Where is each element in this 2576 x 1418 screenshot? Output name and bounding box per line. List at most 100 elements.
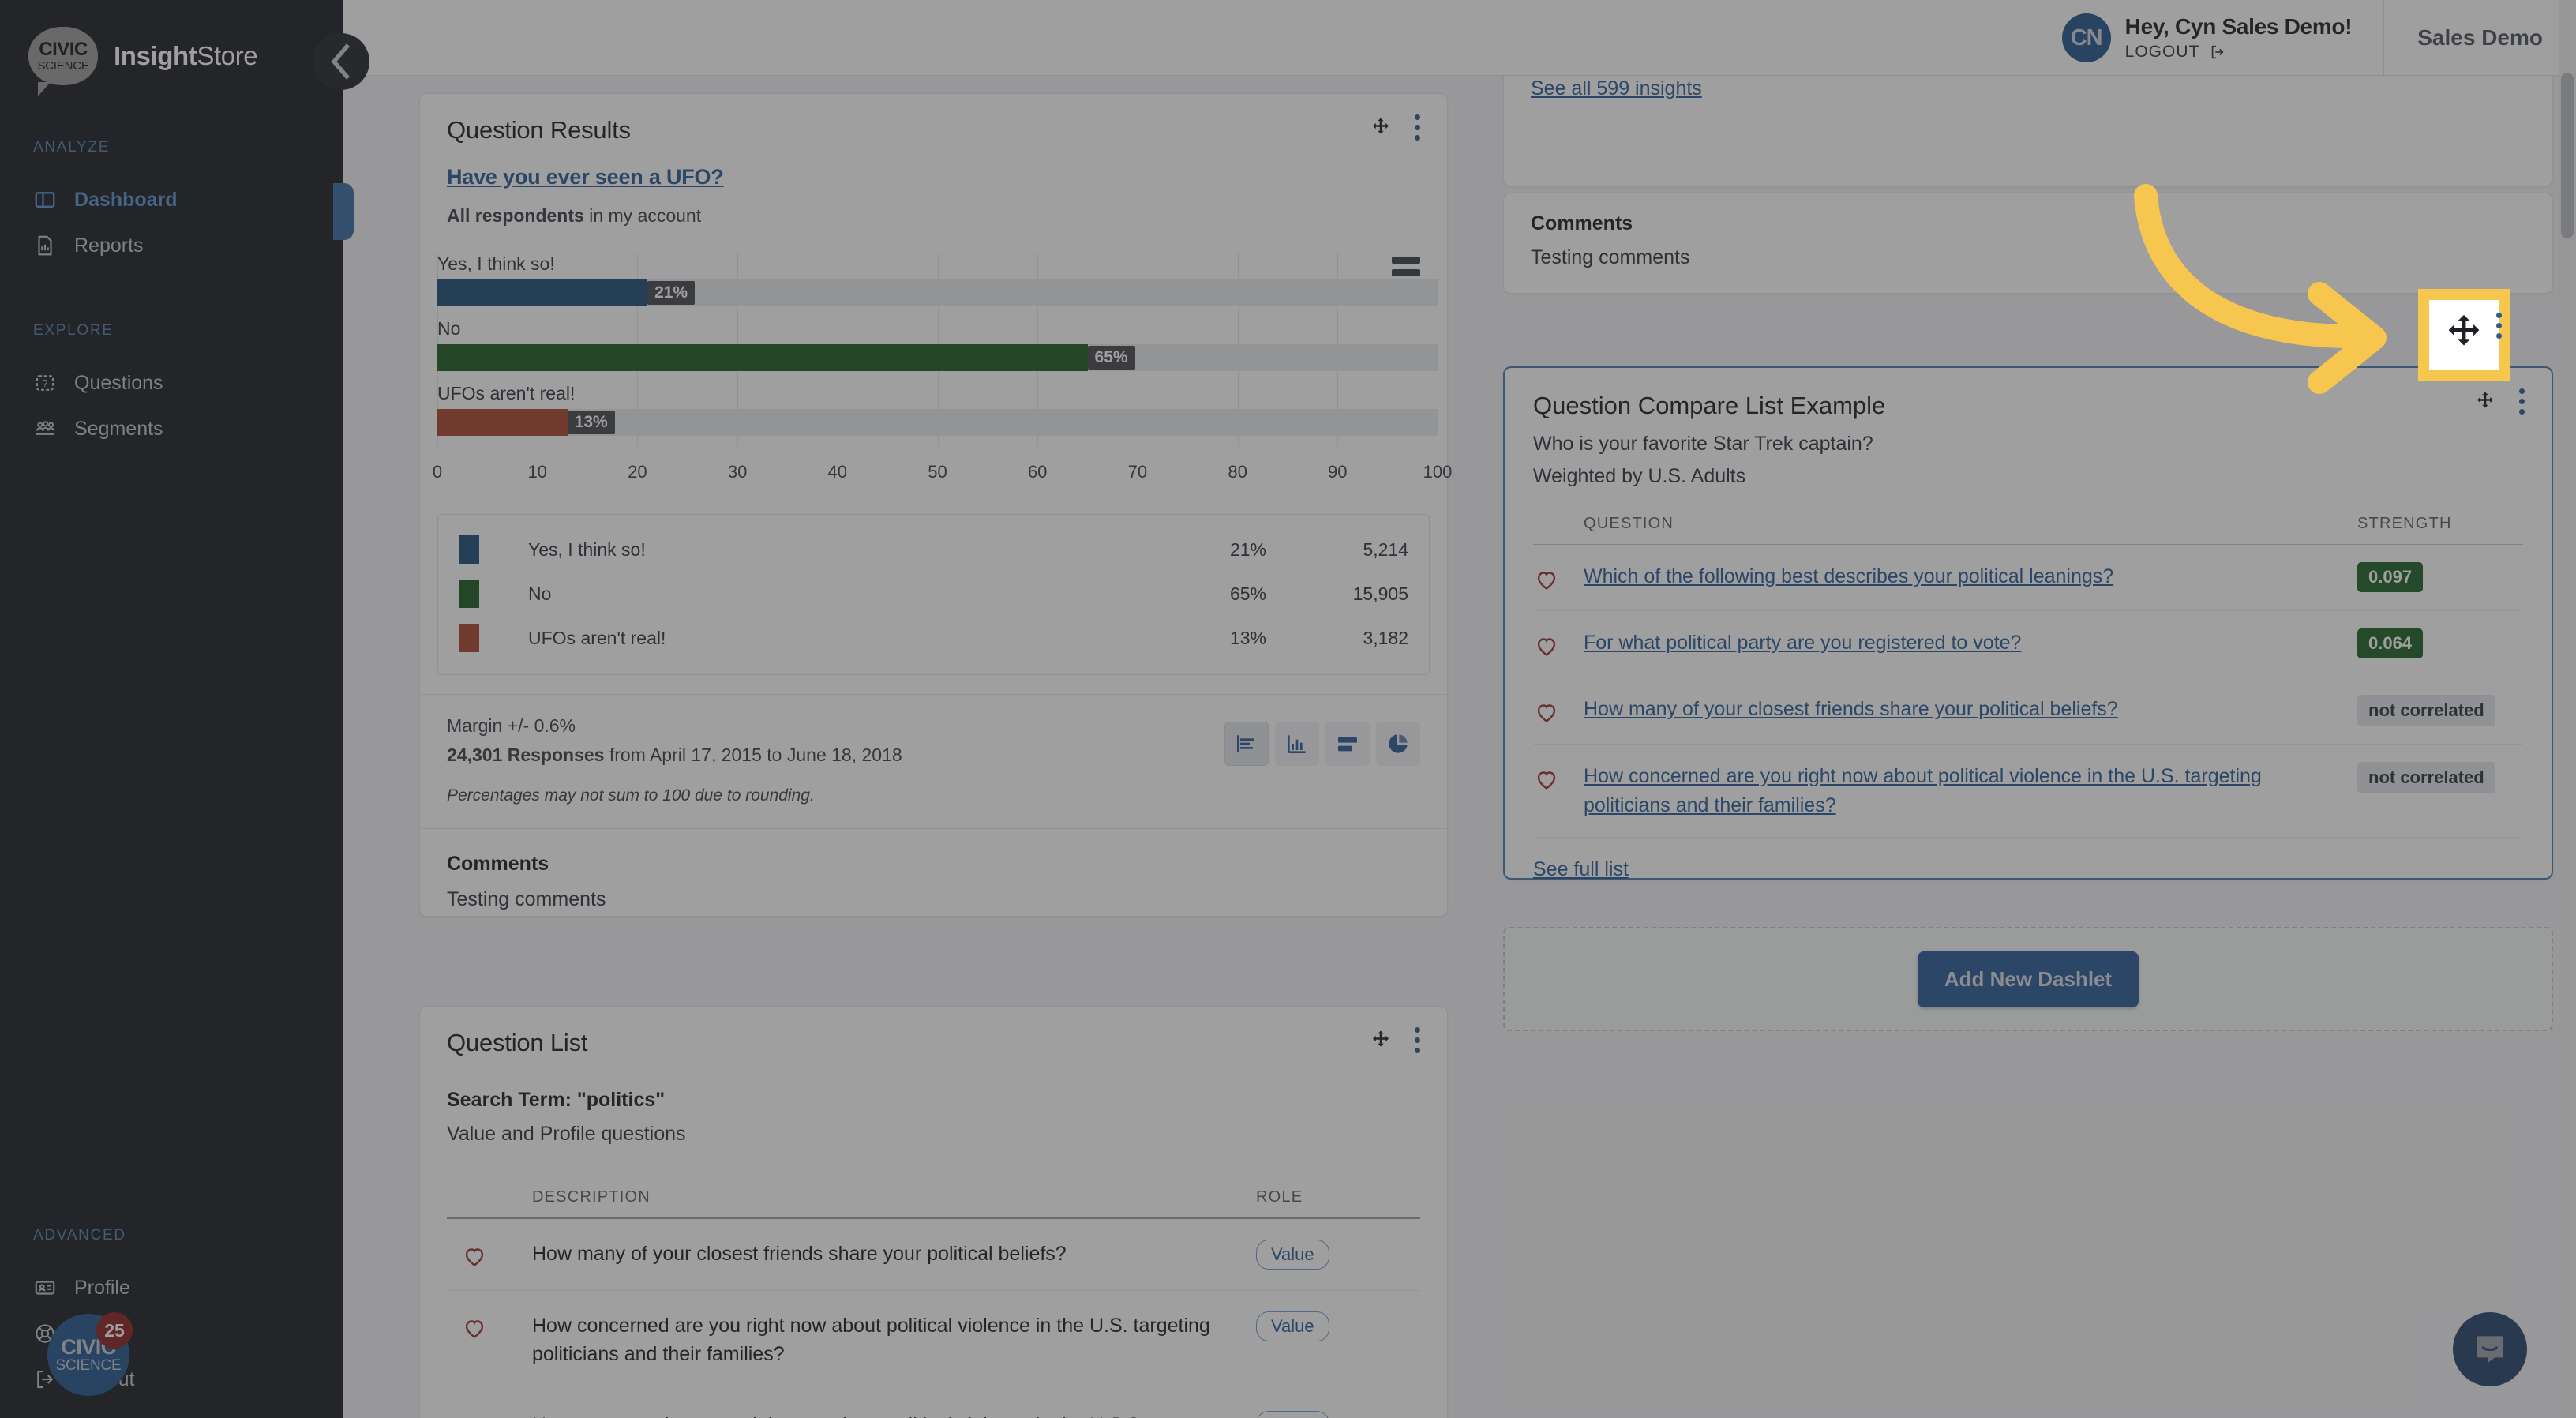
responses-range: from April 17, 2015 to June 18, 2018 xyxy=(604,745,902,765)
sidebar-item-reports[interactable]: Reports xyxy=(0,223,343,268)
card-tools-question-results xyxy=(1369,111,1427,144)
card-menu-button[interactable] xyxy=(1408,111,1427,144)
question-description: How many of your closest friends share y… xyxy=(532,1243,1067,1265)
dashboard-icon xyxy=(33,188,57,212)
card-menu-button[interactable] xyxy=(1408,1024,1427,1056)
favorite-heart-icon[interactable] xyxy=(1533,562,1584,593)
scrollbar-thumb[interactable] xyxy=(2561,73,2574,238)
highlighted-move-icon[interactable] xyxy=(2441,311,2487,357)
role-badge[interactable]: Value xyxy=(1256,1311,1329,1341)
sidebar-item-label: Questions xyxy=(74,371,163,394)
chart-type-vertical-bar-button[interactable] xyxy=(1275,722,1319,766)
role-badge[interactable]: Value xyxy=(1256,1240,1329,1270)
user-block[interactable]: CN Hey, Cyn Sales Demo! LOGOUT xyxy=(2061,0,2385,76)
bar-value-label: 65% xyxy=(1087,346,1135,370)
sidebar-item-dashboard[interactable]: Dashboard xyxy=(0,177,343,223)
legend-swatch xyxy=(459,580,479,608)
see-full-list-link[interactable]: See full list xyxy=(1533,858,1629,881)
sidebar-item-segments[interactable]: Segments xyxy=(0,406,343,452)
civicscience-fab[interactable]: CIVIC SCIENCE 25 xyxy=(47,1312,133,1396)
card-title: Question List xyxy=(447,1029,588,1056)
vertical-scrollbar[interactable] xyxy=(2559,0,2576,1418)
user-greeting: Hey, Cyn Sales Demo! xyxy=(2124,14,2353,39)
intercom-chat-button[interactable] xyxy=(2453,1312,2527,1386)
strength-badge: not correlated xyxy=(2357,695,2495,726)
sidebar-item-label: Dashboard xyxy=(74,188,178,211)
move-icon[interactable] xyxy=(2473,390,2497,414)
card-menu-button[interactable] xyxy=(2513,385,2531,418)
responses-count: 24,301 Responses xyxy=(447,745,605,765)
bar-track: 65% xyxy=(437,344,1438,371)
logout-label: LOGOUT xyxy=(2124,43,2200,61)
sidebar-heading-advanced: ADVANCED xyxy=(33,1227,126,1244)
role-badge[interactable]: Value xyxy=(1256,1410,1329,1418)
bar-group: No 65% xyxy=(437,318,1438,371)
audience-label: All respondents in my account xyxy=(447,205,1420,227)
avatar: CN xyxy=(2061,13,2111,62)
highlighted-card-menu-button[interactable] xyxy=(2496,313,2502,339)
legend-row: UFOs aren't real! 13% 3,182 xyxy=(459,616,1408,660)
move-icon[interactable] xyxy=(1369,1029,1393,1052)
favorite-heart-icon[interactable] xyxy=(461,1411,532,1418)
bar-group: Yes, I think so! 21% xyxy=(437,253,1438,306)
legend-label: No xyxy=(528,583,552,604)
sidebar-section-explore: EXPLORE ? Questions Segments xyxy=(0,322,343,452)
bar-chart: Yes, I think so! 21% No 65% UFOs aren't … xyxy=(433,253,1452,482)
comments-section: Comments Testing comments xyxy=(420,828,1447,935)
legend-percent: 21% xyxy=(1229,538,1266,560)
table-row: For what political party are you registe… xyxy=(1533,611,2523,677)
compare-question-link[interactable]: Which of the following best describes yo… xyxy=(1584,565,2113,587)
legend-swatch xyxy=(459,624,479,652)
favorite-heart-icon[interactable] xyxy=(461,1311,532,1341)
chevron-left-icon xyxy=(331,43,351,80)
sidebar: CIVIC SCIENCE InsightStore ANALYZE Dashb… xyxy=(0,0,369,1418)
sidebar-item-label: Reports xyxy=(74,234,144,257)
sidebar-drag-tab[interactable] xyxy=(333,183,354,240)
compare-subtitle: Who is your favorite Star Trek captain? xyxy=(1533,433,1873,455)
x-tick-label: 50 xyxy=(928,462,947,482)
compare-question-link[interactable]: How concerned are you right now about po… xyxy=(1584,765,2262,816)
add-new-dashlet-button[interactable]: Add New Dashlet xyxy=(1917,951,2139,1007)
chart-type-toggles xyxy=(1224,722,1420,766)
favorite-heart-icon[interactable] xyxy=(1533,628,1584,659)
sidebar-collapse-button[interactable] xyxy=(313,33,369,90)
chart-type-pie-button[interactable] xyxy=(1376,722,1420,766)
bar-category-label: No xyxy=(437,318,461,339)
favorite-heart-icon[interactable] xyxy=(1533,762,1584,793)
bar-group: UFOs aren't real! 13% xyxy=(437,383,1438,436)
sidebar-item-label: Profile xyxy=(74,1276,130,1299)
move-icon[interactable] xyxy=(1369,116,1393,140)
comments-body: Testing comments xyxy=(447,888,606,910)
sidebar-item-profile[interactable]: Profile xyxy=(0,1265,343,1311)
bar-track: 21% xyxy=(437,279,1438,306)
compare-question-link[interactable]: For what political party are you registe… xyxy=(1584,632,2021,654)
chart-type-stacked-bar-button[interactable] xyxy=(1325,722,1370,766)
civicscience-logo-icon: CIVIC SCIENCE xyxy=(28,27,98,96)
favorite-heart-icon[interactable] xyxy=(1533,695,1584,726)
bar-fill xyxy=(437,279,648,306)
account-name: Sales Demo xyxy=(2417,24,2543,50)
audience-rest: in my account xyxy=(583,205,702,226)
annotation-arrow xyxy=(2068,174,2447,403)
sidebar-item-questions[interactable]: ? Questions xyxy=(0,360,343,406)
logout-link[interactable]: LOGOUT xyxy=(2125,43,2353,62)
card-tools-question-compare xyxy=(2473,385,2531,418)
question-link[interactable]: Have you ever seen a UFO? xyxy=(447,165,724,189)
favorite-heart-icon[interactable] xyxy=(461,1240,532,1270)
compare-question-link[interactable]: How many of your closest friends share y… xyxy=(1584,698,2118,720)
sidebar-logo[interactable]: CIVIC SCIENCE InsightStore xyxy=(0,0,343,96)
bar-category-label: UFOs aren't real! xyxy=(437,383,576,403)
add-dashlet-dropzone[interactable]: Add New Dashlet xyxy=(1503,927,2553,1031)
chart-type-horizontal-bar-button[interactable] xyxy=(1224,722,1269,766)
question-description: How concerned are you right now about po… xyxy=(532,1411,1256,1418)
report-icon xyxy=(33,234,57,257)
chat-bubble-icon xyxy=(2477,1336,2503,1363)
legend-count: 3,182 xyxy=(1363,627,1408,648)
sidebar-section-analyze: ANALYZE Dashboard Reports xyxy=(0,139,343,268)
x-tick-label: 90 xyxy=(1328,462,1348,482)
table-row: How concerned are you right now about po… xyxy=(1533,745,2523,838)
top-bar: CN Hey, Cyn Sales Demo! LOGOUT Sales Dem… xyxy=(343,0,2576,76)
x-tick-label: 30 xyxy=(727,462,748,482)
see-all-insights-link[interactable]: See all 599 insights xyxy=(1531,77,1702,100)
question-description: How concerned are you right now about po… xyxy=(532,1315,1210,1366)
